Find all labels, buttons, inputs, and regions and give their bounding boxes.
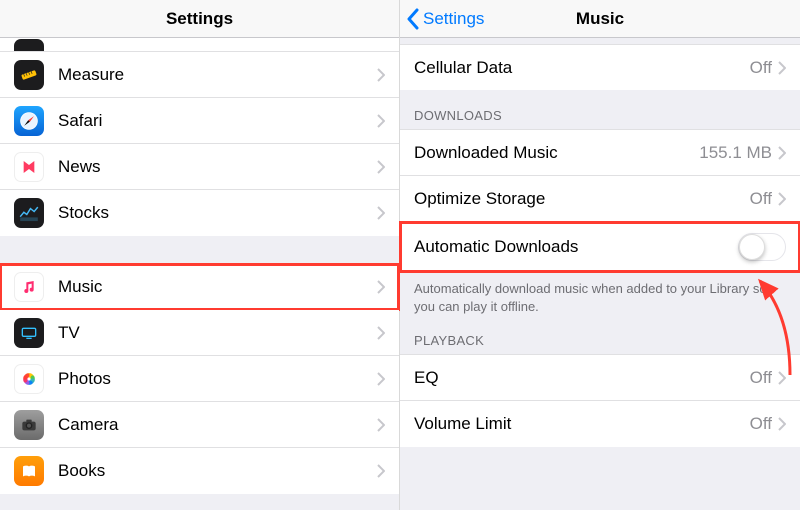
row-camera-label: Camera: [58, 415, 377, 435]
row-music[interactable]: Music: [0, 264, 399, 310]
camera-icon: [14, 410, 44, 440]
downloads-header: DOWNLOADS: [400, 90, 800, 129]
section-spacer: [0, 236, 399, 264]
back-button[interactable]: Settings: [406, 0, 484, 38]
auto-downloads-footer: Automatically download music when added …: [400, 272, 800, 325]
music-group-playback: EQ Off Volume Limit Off: [400, 354, 800, 447]
music-group-downloads: Downloaded Music 155.1 MB Optimize Stora…: [400, 129, 800, 272]
automatic-downloads-toggle[interactable]: [738, 233, 786, 261]
chevron-right-icon: [377, 114, 385, 128]
music-title: Music: [576, 9, 624, 29]
cellular-value: Off: [750, 58, 772, 78]
chevron-right-icon: [377, 372, 385, 386]
row-safari[interactable]: Safari: [0, 98, 399, 144]
row-tv[interactable]: TV: [0, 310, 399, 356]
settings-title: Settings: [166, 9, 233, 29]
downloaded-label: Downloaded Music: [414, 143, 699, 163]
books-icon: [14, 456, 44, 486]
playback-header: PLAYBACK: [400, 325, 800, 354]
music-icon: [14, 272, 44, 302]
volume-value: Off: [750, 414, 772, 434]
chevron-right-icon: [377, 160, 385, 174]
back-label: Settings: [423, 9, 484, 29]
chevron-right-icon: [377, 464, 385, 478]
row-news[interactable]: News: [0, 144, 399, 190]
music-group-cellular: Cellular Data Off: [400, 44, 800, 90]
auto-label: Automatic Downloads: [414, 237, 738, 257]
music-navbar: Settings Music: [400, 0, 800, 38]
safari-icon: [14, 106, 44, 136]
row-automatic-downloads[interactable]: Automatic Downloads: [400, 222, 800, 272]
settings-panel: Settings Measure Safari: [0, 0, 400, 510]
chevron-right-icon: [778, 371, 786, 385]
row-safari-label: Safari: [58, 111, 377, 131]
optimize-value: Off: [750, 189, 772, 209]
toggle-knob: [739, 234, 765, 260]
row-stocks[interactable]: Stocks: [0, 190, 399, 236]
row-books[interactable]: Books: [0, 448, 399, 494]
row-camera[interactable]: Camera: [0, 402, 399, 448]
row-eq[interactable]: EQ Off: [400, 355, 800, 401]
settings-group-2: Music TV: [0, 264, 399, 494]
row-news-label: News: [58, 157, 377, 177]
eq-label: EQ: [414, 368, 750, 388]
tv-icon: [14, 318, 44, 348]
settings-group-1: Measure Safari News: [0, 52, 399, 236]
optimize-label: Optimize Storage: [414, 189, 750, 209]
stocks-icon: [14, 198, 44, 228]
chevron-right-icon: [377, 280, 385, 294]
chevron-right-icon: [778, 192, 786, 206]
row-volume-limit[interactable]: Volume Limit Off: [400, 401, 800, 447]
row-measure[interactable]: Measure: [0, 52, 399, 98]
row-downloaded-music[interactable]: Downloaded Music 155.1 MB: [400, 130, 800, 176]
photos-icon: [14, 364, 44, 394]
chevron-right-icon: [377, 326, 385, 340]
news-icon: [14, 152, 44, 182]
chevron-right-icon: [778, 417, 786, 431]
chevron-right-icon: [377, 68, 385, 82]
row-photos[interactable]: Photos: [0, 356, 399, 402]
row-photos-label: Photos: [58, 369, 377, 389]
row-stocks-label: Stocks: [58, 203, 377, 223]
chevron-right-icon: [377, 206, 385, 220]
row-music-label: Music: [58, 277, 377, 297]
downloaded-value: 155.1 MB: [699, 143, 772, 163]
chevron-right-icon: [778, 146, 786, 160]
chevron-right-icon: [778, 61, 786, 75]
chevron-right-icon: [377, 418, 385, 432]
row-measure-label: Measure: [58, 65, 377, 85]
eq-value: Off: [750, 368, 772, 388]
music-settings-panel: Settings Music Cellular Data Off DOWNLOA…: [400, 0, 800, 510]
settings-navbar: Settings: [0, 0, 399, 38]
row-optimize-storage[interactable]: Optimize Storage Off: [400, 176, 800, 222]
volume-label: Volume Limit: [414, 414, 750, 434]
measure-icon: [14, 60, 44, 90]
app-icon-partial: [14, 39, 44, 52]
row-cellular-data[interactable]: Cellular Data Off: [400, 44, 800, 90]
row-tv-label: TV: [58, 323, 377, 343]
cellular-label: Cellular Data: [414, 58, 750, 78]
row-books-label: Books: [58, 461, 377, 481]
partial-row-top: [0, 38, 399, 52]
